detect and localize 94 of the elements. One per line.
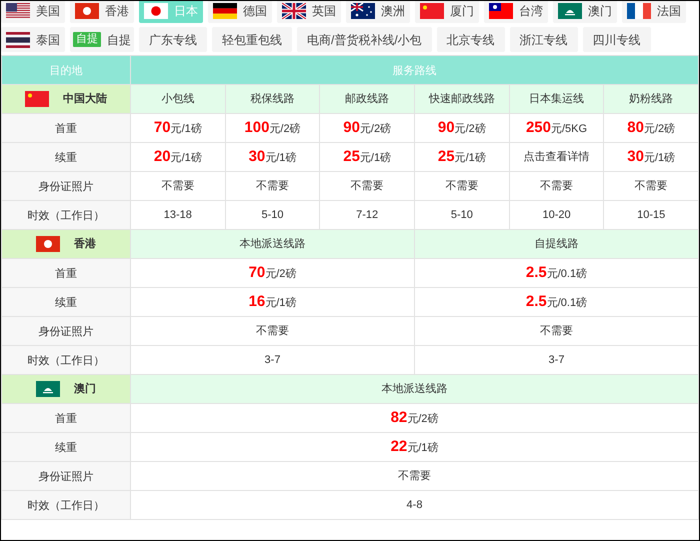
price-text: 80元/2磅 (627, 118, 676, 138)
cell-text: 不需要 (256, 324, 289, 339)
price-text: 30元/1磅 (627, 146, 676, 167)
flower-flag-icon (36, 236, 60, 252)
cell-text: 不需要 (540, 178, 574, 194)
price-text: 70元/2磅 (248, 262, 296, 283)
cell-text: 不需要 (445, 178, 478, 194)
star-flag-icon (420, 2, 444, 18)
route-header: 奶粉线路 (604, 85, 698, 113)
country-tab[interactable]: 英国 (277, 1, 341, 23)
cell-text: 不需要 (398, 468, 431, 484)
row-label: 首重 (55, 413, 77, 425)
row-label: 时效（工作日） (28, 355, 104, 367)
price-text: 70元/1磅 (154, 118, 202, 138)
sun-flag-icon (489, 2, 513, 18)
cell-text: 不需要 (634, 178, 668, 194)
route-header: 小包线 (131, 85, 226, 113)
cell-text: 不需要 (161, 178, 194, 194)
cell-text: 3-7 (264, 352, 280, 368)
price-text: 22元/1磅 (390, 436, 438, 457)
row-label: 续重 (55, 152, 77, 164)
route-header: 税保线路 (226, 85, 320, 113)
price-text: 90元/2磅 (438, 118, 486, 138)
country-tab[interactable]: 广东专线 (139, 27, 207, 52)
cross-flag-icon (282, 2, 306, 18)
price-text: 250元/5KG (526, 118, 588, 138)
country-tab[interactable]: 澳门 (553, 1, 617, 23)
region-name: 澳门 (74, 382, 96, 397)
route-header: 自提线路 (415, 230, 698, 258)
route-header: 邮政线路 (320, 85, 416, 113)
country-tab[interactable]: 厦门 (415, 1, 479, 23)
cell-text: 5-10 (450, 208, 473, 223)
star-flag-icon (25, 91, 49, 107)
country-tab[interactable]: 电商/普货税补线/小包 (297, 27, 432, 52)
route-header: 本地派送线路 (131, 230, 415, 258)
row-label: 时效（工作日） (28, 500, 104, 512)
cell-text: 7-12 (356, 208, 378, 223)
pickup-badge: 自提 (73, 32, 101, 47)
star-flag-icon (351, 2, 375, 18)
country-tab[interactable]: 自提 自提 (70, 27, 134, 52)
country-tab[interactable]: 浙江专线 (510, 27, 578, 52)
cell-text: 不需要 (256, 178, 289, 194)
row-label: 身份证照片 (38, 326, 94, 338)
cell-text: 4-8 (406, 498, 422, 513)
price-text: 100元/2磅 (244, 118, 301, 138)
route-header: 快速邮政线路 (415, 85, 510, 113)
country-tab[interactable]: 泰国 (1, 27, 65, 52)
country-tab[interactable]: 美国 (1, 1, 65, 23)
cell-text: 5-10 (261, 208, 284, 223)
route-header: 日本集运线 (510, 85, 604, 113)
country-tab[interactable]: 法国 (622, 1, 686, 23)
row-label: 时效（工作日） (28, 210, 104, 222)
price-text: 25元/1磅 (438, 146, 486, 167)
route-header: 本地派送线路 (131, 375, 698, 403)
region-name: 香港 (74, 236, 96, 252)
region-name: 中国大陆 (63, 92, 107, 107)
row-label: 首重 (55, 268, 77, 280)
price-text: 20元/1磅 (154, 146, 202, 167)
lotus-flag-icon (558, 2, 582, 18)
price-text: 82元/2磅 (390, 408, 438, 428)
cell-text: 点击查看详情 (524, 150, 590, 165)
row-label: 首重 (55, 123, 77, 135)
striped-flag-icon (6, 2, 30, 18)
column-header: 服务路线 (392, 65, 436, 77)
cell-text: 3-7 (548, 352, 564, 368)
price-text: 16元/1磅 (248, 292, 296, 312)
price-text: 2.5元/0.1磅 (526, 262, 588, 283)
tricolor-flag-icon (627, 2, 651, 18)
country-tab[interactable]: 台湾 (484, 1, 548, 23)
cell-text: 13-18 (164, 208, 192, 223)
country-tab[interactable]: 香港 (70, 1, 134, 23)
row-label: 续重 (55, 297, 77, 309)
row-label: 身份证照片 (38, 471, 94, 483)
country-tab[interactable]: 澳洲 (346, 1, 410, 23)
cell-text: 不需要 (540, 324, 573, 339)
country-tab[interactable]: 轻包重包线 (212, 27, 292, 52)
cell-text: 10-15 (637, 208, 666, 223)
circle-flag-icon (144, 2, 168, 18)
price-text: 2.5元/0.1磅 (526, 292, 588, 312)
price-text: 30元/1磅 (248, 146, 296, 167)
row-label: 续重 (55, 442, 77, 454)
tricolor-flag-icon (213, 2, 237, 18)
row-label: 身份证照片 (38, 181, 94, 193)
column-header: 目的地 (50, 65, 82, 77)
country-tab[interactable]: 四川专线 (582, 27, 651, 52)
price-text: 25元/1磅 (343, 146, 392, 167)
country-tab[interactable]: 北京专线 (436, 27, 505, 52)
cell-text: 10-20 (542, 208, 571, 223)
country-tab[interactable]: 德国 (208, 1, 272, 23)
striped-flag-icon (6, 32, 30, 48)
price-text: 90元/2磅 (343, 118, 392, 138)
cell-text: 不需要 (350, 178, 384, 194)
lotus-flag-icon (36, 381, 60, 397)
flower-flag-icon (75, 2, 99, 18)
